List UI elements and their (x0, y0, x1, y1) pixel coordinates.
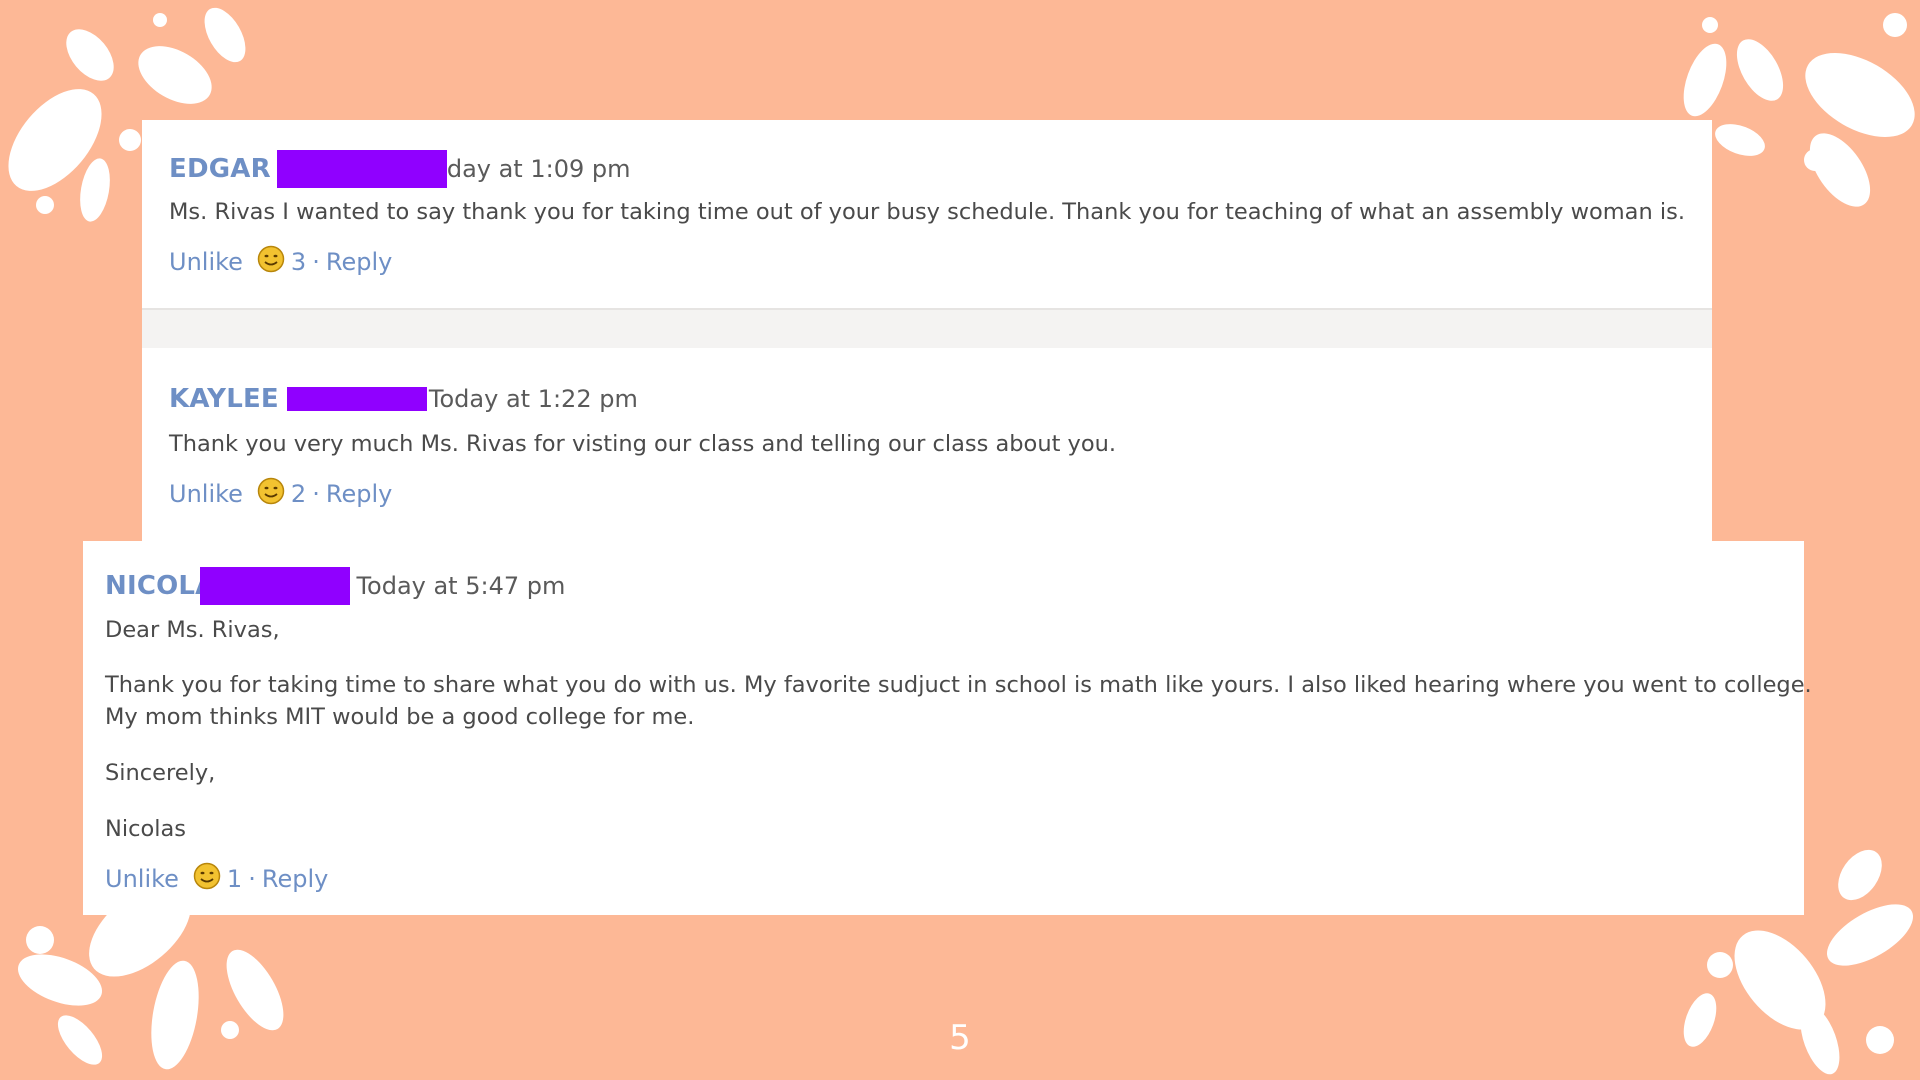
smiley-face-icon[interactable] (257, 245, 285, 273)
comment-header: NICOLAS Today at 5:47 pm (105, 567, 565, 605)
comment-divider (142, 308, 1712, 348)
unlike-link[interactable]: Unlike (169, 480, 243, 508)
redaction-bar (200, 567, 351, 605)
separator-dot: · (312, 248, 320, 276)
comment-card-kaylee: KAYLEE Today at 1:22 pm Thank you very m… (142, 348, 1712, 542)
comment-timestamp[interactable]: Today at 1:22 pm (429, 385, 638, 413)
smiley-face-icon[interactable] (257, 477, 285, 505)
unlike-link[interactable]: Unlike (105, 865, 179, 893)
smiley-face-icon[interactable] (193, 862, 221, 890)
comment-header: KAYLEE Today at 1:22 pm (169, 384, 638, 414)
slide: EDGAR day at 1:09 pm Ms. Rivas I wanted … (0, 0, 1920, 1080)
reaction-count[interactable]: 2 (291, 480, 306, 508)
comment-author[interactable]: EDGAR (169, 154, 271, 184)
reply-link[interactable]: Reply (326, 248, 392, 276)
comment-card-nicolas: NICOLAS Today at 5:47 pm Dear Ms. Rivas,… (83, 541, 1812, 915)
reply-link[interactable]: Reply (262, 865, 328, 893)
letter-signature: Nicolas (105, 816, 186, 842)
comment-actions: Unlike 3 · Reply (169, 245, 392, 276)
redaction-bar (286, 387, 427, 411)
comment-actions: Unlike 2 · Reply (169, 477, 392, 508)
comment-author[interactable]: KAYLEE (169, 384, 279, 414)
unlike-link[interactable]: Unlike (169, 248, 243, 276)
comment-card-edgar: EDGAR day at 1:09 pm Ms. Rivas I wanted … (142, 120, 1712, 308)
comment-timestamp[interactable]: day at 1:09 pm (447, 155, 631, 183)
comment-actions: Unlike 1 · Reply (105, 862, 328, 893)
separator-dot: · (312, 480, 320, 508)
letter-paragraph-line-1: Thank you for taking time to share what … (105, 672, 1812, 698)
page-number: 5 (949, 1018, 971, 1058)
letter-closing: Sincerely, (105, 760, 216, 786)
reaction-count[interactable]: 3 (291, 248, 306, 276)
comment-header: EDGAR day at 1:09 pm (169, 150, 630, 188)
redaction-bar (276, 150, 447, 188)
reply-link[interactable]: Reply (326, 480, 392, 508)
letter-paragraph-line-2: My mom thinks MIT would be a good colleg… (105, 704, 695, 730)
letter-greeting: Dear Ms. Rivas, (105, 617, 280, 643)
comment-timestamp[interactable]: Today at 5:47 pm (356, 572, 565, 600)
comment-body: Ms. Rivas I wanted to say thank you for … (169, 199, 1685, 225)
reaction-count[interactable]: 1 (227, 865, 242, 893)
comment-body: Thank you very much Ms. Rivas for vistin… (169, 431, 1117, 457)
separator-dot: · (248, 865, 256, 893)
